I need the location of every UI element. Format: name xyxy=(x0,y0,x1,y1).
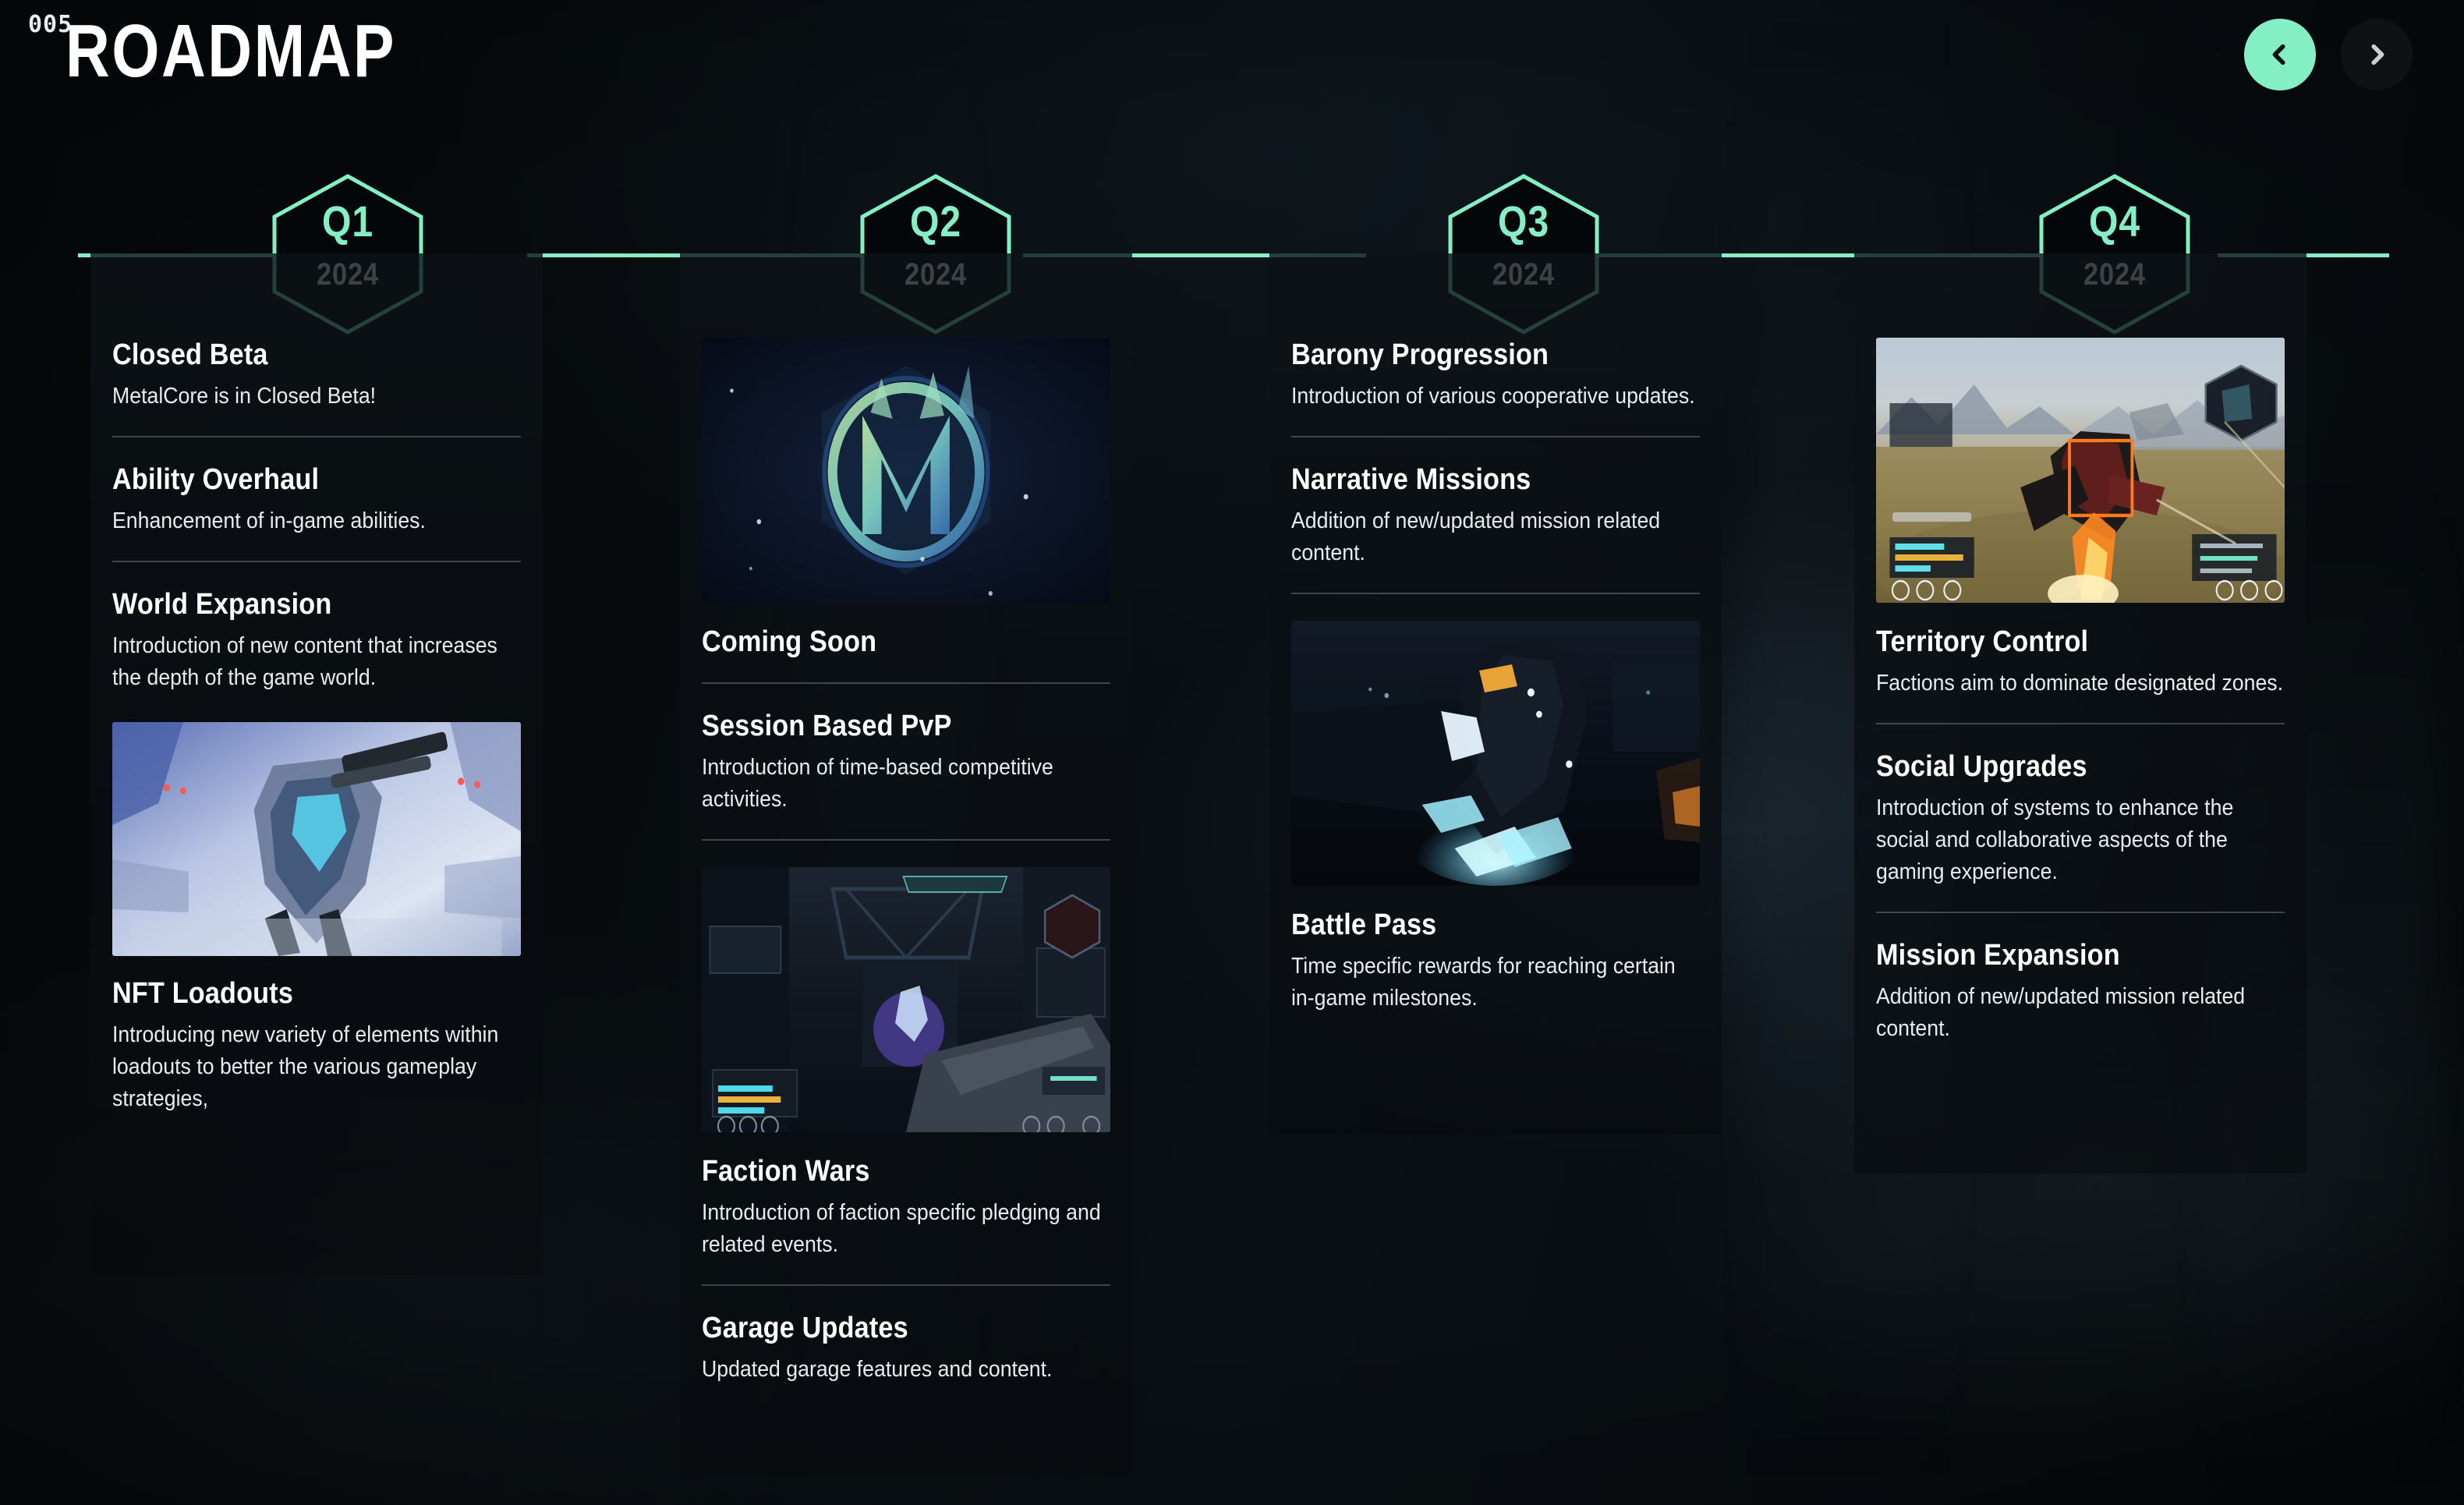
page-title: ROADMAP xyxy=(65,9,396,93)
item-description: Factions aim to dominate designated zone… xyxy=(1876,670,2284,696)
item-thumbnail-fps-gameplay[interactable] xyxy=(702,866,1110,1132)
roadmap-item[interactable]: Garage Updates Updated garage features a… xyxy=(702,1312,1110,1386)
roadmap-item[interactable]: Faction Wars Introduction of faction spe… xyxy=(702,1154,1110,1261)
item-title: Social Upgrades xyxy=(1876,749,2087,783)
item-title: Battle Pass xyxy=(1291,908,1437,942)
item-thumbnail-metalcore-logo[interactable] xyxy=(702,338,1110,603)
item-description: Introducing new variety of elements with… xyxy=(112,1022,499,1112)
item-description: Introduction of faction specific pledgin… xyxy=(702,1199,1101,1257)
item-divider xyxy=(1291,435,1700,437)
item-divider xyxy=(702,838,1110,841)
roadmap-item[interactable]: Coming Soon xyxy=(702,625,1110,659)
item-divider xyxy=(1291,593,1700,595)
item-divider xyxy=(1876,912,2285,914)
item-title: Faction Wars xyxy=(702,1154,870,1188)
roadmap-item[interactable]: Ability Overhaul Enhancement of in-game … xyxy=(112,462,521,537)
roadmap-item[interactable]: Battle Pass Time specific rewards for re… xyxy=(1291,908,1700,1015)
item-title: Garage Updates xyxy=(702,1312,908,1345)
item-title: Coming Soon xyxy=(702,625,877,658)
item-description: Enhancement of in-game abilities. xyxy=(112,508,426,533)
item-description: Introduction of time-based competitive a… xyxy=(702,754,1053,812)
item-title: Territory Control xyxy=(1876,625,2089,658)
roadmap-item[interactable]: Barony Progression Introduction of vario… xyxy=(1291,338,1700,413)
item-thumbnail-night-mech[interactable] xyxy=(1291,621,1700,887)
item-description: Addition of new/updated mission related … xyxy=(1876,984,2246,1042)
item-description: Introduction of new content that increas… xyxy=(112,632,497,690)
item-divider xyxy=(112,560,521,562)
item-divider xyxy=(112,435,521,437)
item-title: Ability Overhaul xyxy=(112,462,320,496)
item-title: Closed Beta xyxy=(112,338,268,371)
chevron-right-icon xyxy=(2371,44,2384,66)
item-description: Updated garage features and content. xyxy=(702,1356,1053,1382)
item-thumbnail-desert-battle[interactable] xyxy=(1876,338,2285,603)
roadmap-item[interactable]: Territory Control Factions aim to domina… xyxy=(1876,625,2285,699)
item-title: World Expansion xyxy=(112,587,332,621)
roadmap-item[interactable]: Social Upgrades Introduction of systems … xyxy=(1876,749,2285,888)
prev-slide-button[interactable] xyxy=(2244,19,2316,90)
item-divider xyxy=(1876,722,2285,724)
item-description: Addition of new/updated mission related … xyxy=(1291,508,1661,565)
item-description: MetalCore is in Closed Beta! xyxy=(112,383,377,409)
item-description: Introduction of various cooperative upda… xyxy=(1291,383,1695,409)
item-title: Barony Progression xyxy=(1291,338,1549,371)
item-description: Introduction of systems to enhance the s… xyxy=(1876,795,2234,885)
item-description: Time specific rewards for reaching certa… xyxy=(1291,953,1676,1011)
roadmap-item[interactable]: NFT Loadouts Introducing new variety of … xyxy=(112,977,521,1115)
item-thumbnail-mech-hangar[interactable] xyxy=(112,722,521,957)
chevron-left-icon xyxy=(2272,44,2285,66)
page-header: 005 ROADMAP xyxy=(0,0,2464,133)
roadmap-item[interactable]: Narrative Missions Addition of new/updat… xyxy=(1291,462,1700,569)
carousel-nav xyxy=(2244,19,2413,90)
roadmap-item[interactable]: Session Based PvP Introduction of time-b… xyxy=(702,710,1110,816)
next-slide-button[interactable] xyxy=(2341,19,2413,90)
item-title: Narrative Missions xyxy=(1291,462,1531,496)
item-title: NFT Loadouts xyxy=(112,977,294,1011)
item-title: Mission Expansion xyxy=(1876,939,2120,972)
item-divider xyxy=(702,682,1110,684)
roadmap-item[interactable]: World Expansion Introduction of new cont… xyxy=(112,587,521,694)
roadmap-columns: Closed Beta MetalCore is in Closed Beta!… xyxy=(0,0,2464,1505)
roadmap-item[interactable]: Mission Expansion Addition of new/update… xyxy=(1876,939,2285,1045)
item-divider xyxy=(702,1284,1110,1287)
roadmap-item[interactable]: Closed Beta MetalCore is in Closed Beta! xyxy=(112,338,521,413)
item-title: Session Based PvP xyxy=(702,709,952,742)
